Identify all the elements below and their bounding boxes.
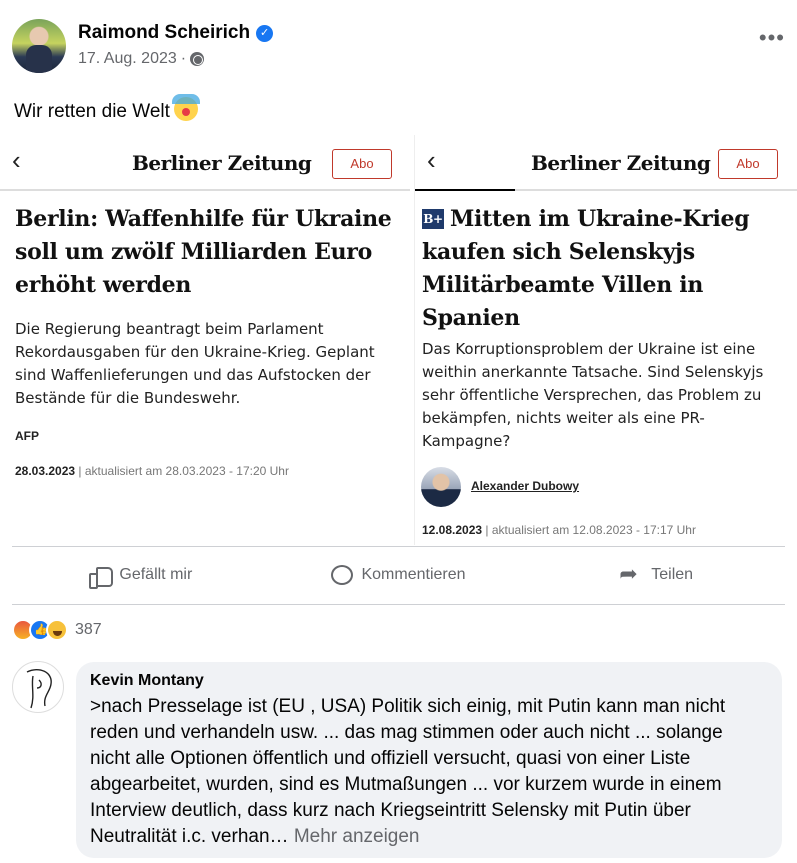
abo-button: Abo xyxy=(718,149,778,179)
article-lede: Das Korruptionsproblem der Ukraine ist e… xyxy=(422,340,764,450)
tab-underline xyxy=(415,189,515,191)
abo-button: Abo xyxy=(332,149,392,179)
post-date[interactable]: 17. Aug. 2023 xyxy=(78,50,177,68)
post-text: Wir retten die Welt xyxy=(14,94,200,123)
author-photo xyxy=(421,467,461,507)
article-source: AFP xyxy=(15,429,39,443)
article-updated: | aktualisiert am 28.03.2023 - 17:20 Uhr xyxy=(78,464,289,478)
author-name[interactable]: Raimond Scheirich xyxy=(78,22,250,44)
article-date: 28.03.2023 xyxy=(15,464,76,478)
comment-label: Kommentieren xyxy=(361,566,466,583)
article-lede: Die Regierung beantragt beim Parlament R… xyxy=(15,320,375,407)
newspaper-logo: Berliner Zeitung xyxy=(132,151,312,175)
share-arrow-icon xyxy=(619,561,643,587)
globe-icon xyxy=(190,52,205,66)
divider xyxy=(12,546,785,547)
newspaper-logo: Berliner Zeitung xyxy=(531,151,711,175)
post-header: Raimond Scheirich ✓ 17. Aug. 2023 · ••• xyxy=(12,19,785,75)
post-text-content: Wir retten die Welt xyxy=(14,101,170,122)
like-button[interactable]: Gefällt mir xyxy=(12,548,270,602)
clown-emoji-icon xyxy=(171,94,200,121)
back-chevron-icon: ‹ xyxy=(427,145,436,175)
article-headline-text: Mitten im Ukraine-Krieg kaufen sich Sele… xyxy=(422,206,750,331)
comment-author[interactable]: Kevin Montany xyxy=(90,672,768,690)
reaction-summary[interactable]: 387 xyxy=(12,619,102,641)
haha-reaction-icon xyxy=(46,619,68,641)
meta-separator: · xyxy=(180,50,187,67)
share-button[interactable]: Teilen xyxy=(527,548,785,602)
post-action-bar: Gefällt mir Kommentieren Teilen xyxy=(12,548,785,602)
article-headline: Berlin: Waffenhilfe für Ukraine soll um … xyxy=(15,206,392,298)
divider xyxy=(12,604,785,605)
commenter-avatar[interactable] xyxy=(12,661,64,713)
comment-bubble: Kevin Montany >nach Presselage ist (EU ,… xyxy=(76,662,782,858)
bplus-badge-icon: B+ xyxy=(422,209,444,229)
article-dateline: 28.03.2023 | aktualisiert am 28.03.2023 … xyxy=(15,464,289,478)
more-options-icon[interactable]: ••• xyxy=(759,25,785,51)
article-topbar: ‹ Berliner Zeitung Abo xyxy=(415,135,797,191)
comment-body: >nach Presselage ist (EU , USA) Politik … xyxy=(90,696,726,847)
reaction-count: 387 xyxy=(75,621,102,638)
back-chevron-icon: ‹ xyxy=(12,145,21,175)
thumbs-up-icon xyxy=(89,565,114,589)
comment-button[interactable]: Kommentieren xyxy=(270,548,528,602)
article-author: Alexander Dubowy xyxy=(471,479,580,493)
article-screenshot-left[interactable]: ‹ Berliner Zeitung Abo Berlin: Waffenhil… xyxy=(0,135,410,545)
comment-icon xyxy=(331,565,354,585)
comment-text: >nach Presselage ist (EU , USA) Politik … xyxy=(90,694,768,850)
post-meta: 17. Aug. 2023 · xyxy=(78,50,205,68)
verified-badge-icon: ✓ xyxy=(256,24,274,42)
article-dateline: 12.08.2023 | aktualisiert am 12.08.2023 … xyxy=(422,523,696,537)
article-headline: B+ Mitten im Ukraine-Krieg kaufen sich Se… xyxy=(422,203,792,335)
like-label: Gefällt mir xyxy=(119,566,193,583)
author-row: Raimond Scheirich ✓ xyxy=(78,22,274,44)
article-updated: | aktualisiert am 12.08.2023 - 17:17 Uhr xyxy=(485,523,696,537)
article-screenshot-right[interactable]: ‹ Berliner Zeitung Abo B+ Mitten im Ukrai… xyxy=(414,135,797,545)
author-avatar[interactable] xyxy=(12,19,66,73)
article-topbar: ‹ Berliner Zeitung Abo xyxy=(0,135,410,191)
article-date: 12.08.2023 xyxy=(422,523,483,537)
share-label: Teilen xyxy=(651,566,694,583)
show-more-link[interactable]: Mehr anzeigen xyxy=(294,826,420,847)
